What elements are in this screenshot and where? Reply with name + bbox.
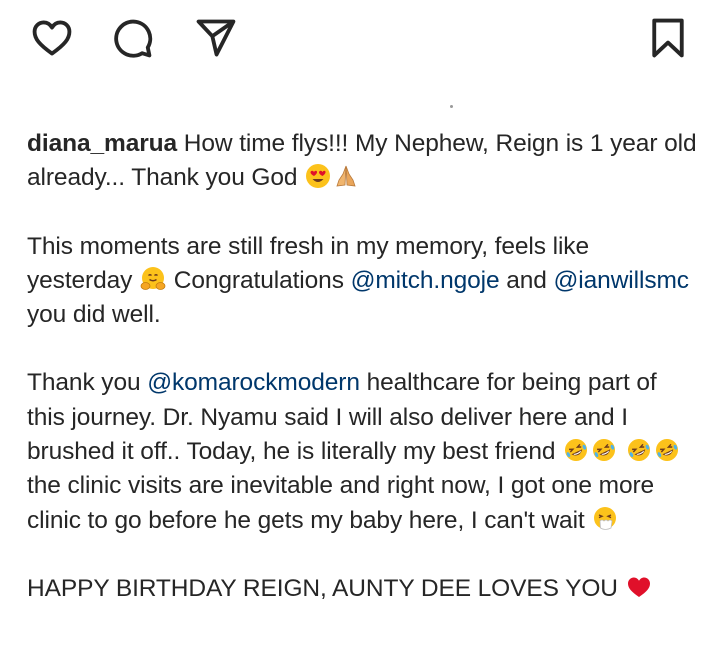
caption-text: Thank you xyxy=(27,369,148,397)
rolling-laughing-emoji-icon xyxy=(563,437,589,463)
caption-paragraph: This moments are still fresh in my memor… xyxy=(27,230,699,333)
mention-link[interactable]: @komarockmodern xyxy=(147,369,360,396)
sneezing-face-emoji-icon xyxy=(592,506,618,532)
like-button[interactable] xyxy=(28,14,76,62)
caption-text: Congratulations xyxy=(167,266,351,294)
rolling-laughing-emoji-icon xyxy=(654,437,680,463)
mention-link[interactable]: @mitch.ngoje xyxy=(351,267,500,294)
mention-link[interactable]: @ianwillsmc xyxy=(554,267,690,294)
post-caption: diana_marua How time flys!!! My Nephew, … xyxy=(27,127,699,606)
red-heart-emoji-icon xyxy=(626,574,652,600)
caption-paragraph: Thank you @komarockmodern healthcare for… xyxy=(27,366,699,537)
caption-text: and xyxy=(499,266,554,294)
bookmark-icon xyxy=(652,18,684,58)
share-button[interactable] xyxy=(192,14,240,62)
caption-username[interactable]: diana_marua xyxy=(27,130,177,157)
heart-icon xyxy=(32,20,72,56)
caption-text: HAPPY BIRTHDAY REIGN, AUNTY DEE LOVES YO… xyxy=(27,574,625,602)
caption-text: you did well. xyxy=(27,301,161,329)
carousel-dot xyxy=(450,105,453,108)
comment-button[interactable] xyxy=(108,14,156,62)
caption-paragraph: diana_marua How time flys!!! My Nephew, … xyxy=(27,127,699,196)
rolling-laughing-emoji-icon xyxy=(626,437,652,463)
send-icon xyxy=(196,19,236,57)
rolling-laughing-emoji-icon xyxy=(591,437,617,463)
hugging-face-emoji-icon xyxy=(140,266,166,292)
caption-text: the clinic visits are inevitable and rig… xyxy=(27,472,655,534)
folded-hands-emoji-icon xyxy=(333,163,359,189)
post-action-bar xyxy=(28,14,692,62)
save-button[interactable] xyxy=(644,14,692,62)
heart-eyes-emoji-icon xyxy=(305,163,331,189)
comment-icon xyxy=(114,19,153,58)
caption-paragraph: HAPPY BIRTHDAY REIGN, AUNTY DEE LOVES YO… xyxy=(27,572,699,606)
